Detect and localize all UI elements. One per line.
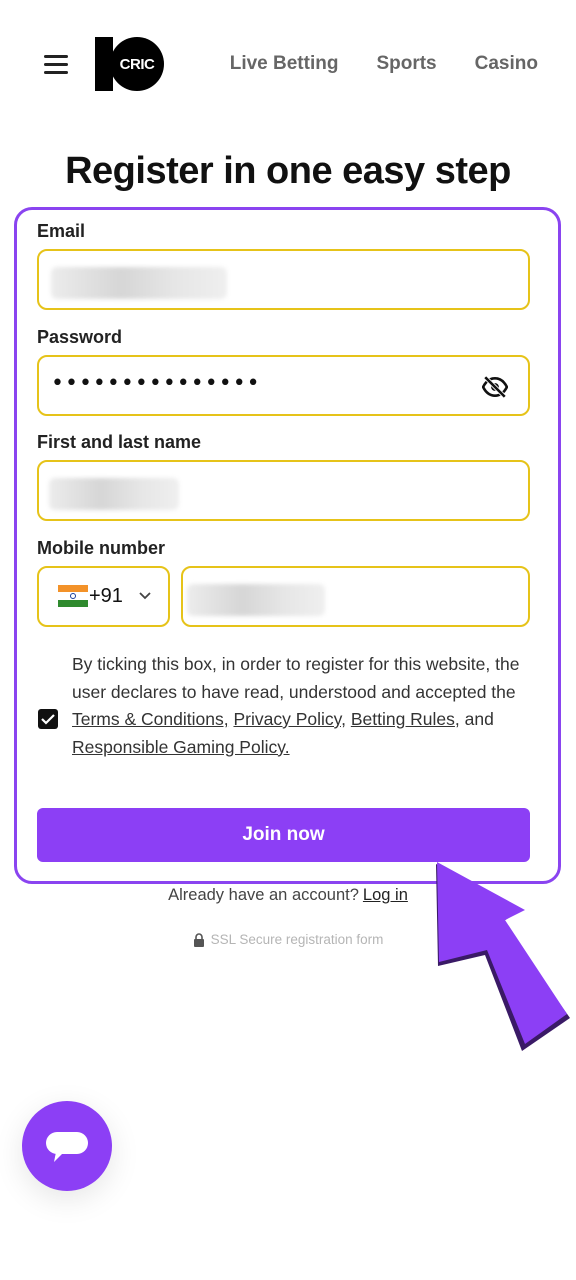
top-nav: Live Betting Sports Casino <box>230 53 538 75</box>
consent-intro: By ticking this box, in order to registe… <box>72 654 520 702</box>
name-value-redacted <box>49 478 179 510</box>
india-flag-icon <box>58 585 88 607</box>
consent-checkbox[interactable] <box>38 709 58 729</box>
password-value: ••••••••••••••• <box>51 371 261 396</box>
site-header: CRIC Live Betting Sports Casino <box>0 0 576 130</box>
nav-live-betting[interactable]: Live Betting <box>230 53 339 75</box>
password-label: Password <box>37 327 123 347</box>
email-value-redacted <box>51 267 227 299</box>
password-field[interactable]: ••••••••••••••• <box>37 355 530 416</box>
phone-value-redacted <box>187 584 325 616</box>
mobile-number-field[interactable] <box>181 566 530 627</box>
pointer-arrow-icon <box>436 862 570 1051</box>
nav-casino[interactable]: Casino <box>475 53 538 75</box>
site-logo[interactable]: CRIC <box>95 37 169 91</box>
chevron-down-icon <box>139 592 151 600</box>
name-label: First and last name <box>37 432 202 452</box>
nav-sports[interactable]: Sports <box>376 53 436 75</box>
eye-off-icon[interactable] <box>482 374 508 400</box>
email-label: Email <box>37 221 86 241</box>
country-code-select[interactable]: +91 <box>37 566 170 627</box>
page-title: Register in one easy step <box>65 150 511 192</box>
logo-text: CRIC <box>119 55 155 73</box>
check-icon <box>41 714 55 725</box>
full-name-field[interactable] <box>37 460 530 521</box>
consent-text: By ticking this box, in order to registe… <box>72 651 532 761</box>
join-now-button[interactable]: Join now <box>37 808 530 862</box>
responsible-gaming-link[interactable]: Responsible Gaming Policy. <box>72 737 290 757</box>
registration-form: Email Password ••••••••••••••• First and… <box>14 207 561 884</box>
country-code: +91 <box>89 585 123 607</box>
login-prompt-text: Already have an account? <box>168 886 359 904</box>
betting-rules-link[interactable]: Betting Rules <box>351 709 455 729</box>
email-field[interactable] <box>37 249 530 310</box>
ssl-text: SSL Secure registration form <box>210 932 384 947</box>
privacy-policy-link[interactable]: Privacy Policy, <box>233 709 345 729</box>
mobile-label: Mobile number <box>37 538 166 558</box>
chat-button[interactable] <box>22 1101 112 1191</box>
login-link[interactable]: Log in <box>363 886 408 904</box>
menu-icon[interactable] <box>44 55 68 75</box>
consent-and: , and <box>454 709 494 729</box>
chat-icon <box>46 1132 88 1162</box>
terms-link[interactable]: Terms & Conditions, <box>72 709 229 729</box>
lock-icon <box>193 932 204 947</box>
